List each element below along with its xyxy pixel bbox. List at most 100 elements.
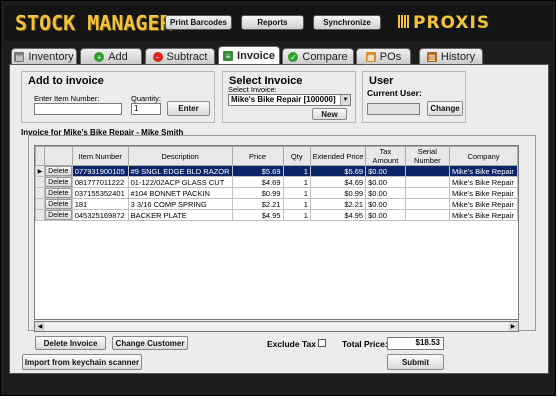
- plus-icon: +: [94, 52, 105, 62]
- column-header-price[interactable]: Price: [231, 146, 284, 166]
- invoice-grid[interactable]: Item Number Description Price Qty Extend…: [34, 145, 519, 320]
- column-header[interactable]: [43, 146, 73, 166]
- cell-price[interactable]: $0.99: [231, 187, 284, 199]
- delete-row-button[interactable]: Delete: [45, 166, 72, 176]
- table-row[interactable]: ▶ Delete 077931900105 #9 SNGL EDGE BLD R…: [35, 165, 518, 177]
- cell-qty[interactable]: 1: [282, 198, 311, 210]
- chevron-down-icon[interactable]: ▼: [340, 95, 350, 105]
- change-user-button[interactable]: Change: [427, 101, 463, 116]
- scroll-left-icon[interactable]: ◀: [35, 322, 45, 331]
- tab-compare[interactable]: ✓ Compare: [282, 48, 354, 65]
- cell-description[interactable]: 01-122/02ACP GLASS CUT: [127, 176, 233, 188]
- cell-extended-price[interactable]: $5.69: [309, 165, 367, 177]
- item-number-label: Enter Item Number:: [34, 94, 100, 103]
- cell-company[interactable]: Mike's Bike Repair: [448, 176, 518, 188]
- new-invoice-button[interactable]: New: [312, 108, 347, 120]
- column-header-company[interactable]: Company: [448, 146, 518, 166]
- enter-button[interactable]: Enter: [167, 101, 210, 116]
- delete-row-button[interactable]: Delete: [45, 199, 72, 209]
- print-barcodes-button[interactable]: Print Barcodes: [165, 15, 232, 30]
- cell-item-number[interactable]: 181: [71, 198, 129, 210]
- column-header-item-number[interactable]: Item Number: [71, 146, 129, 166]
- table-row[interactable]: Delete 081777011222 01-122/02ACP GLASS C…: [35, 176, 518, 188]
- select-invoice-label: Select Invoice:: [228, 85, 277, 94]
- column-header-serial-number[interactable]: Serial Number: [404, 146, 450, 166]
- tab-invoice[interactable]: ≡ Invoice: [218, 46, 280, 65]
- cell-extended-price[interactable]: $0.99: [309, 187, 367, 199]
- cell-price[interactable]: $4.69: [231, 176, 284, 188]
- cell-price[interactable]: $2.21: [231, 198, 284, 210]
- current-row-marker-icon: ▶: [35, 165, 45, 177]
- cell-extended-price[interactable]: $4.69: [309, 176, 367, 188]
- submit-button[interactable]: Submit: [387, 354, 444, 370]
- tab-add[interactable]: + Add: [80, 48, 142, 65]
- cell-qty[interactable]: 1: [282, 209, 311, 221]
- cell-qty[interactable]: 1: [282, 165, 311, 177]
- cell-serial-number[interactable]: [404, 176, 450, 188]
- table-row[interactable]: Delete 037155352401 #104 BONNET PACKIN $…: [35, 187, 518, 199]
- exclude-tax-checkbox[interactable]: [318, 339, 326, 347]
- cell-tax-amount[interactable]: $0.00: [365, 209, 406, 221]
- column-header-description[interactable]: Description: [127, 146, 233, 166]
- import-keychain-scanner-button[interactable]: Import from keychain scanner: [22, 354, 142, 370]
- invoice-icon: ≡: [223, 51, 234, 61]
- tab-inventory[interactable]: ▤ Inventory: [11, 48, 77, 65]
- tab-label: Add: [108, 51, 128, 63]
- tab-history[interactable]: ▥ History: [419, 48, 483, 65]
- cell-qty[interactable]: 1: [282, 176, 311, 188]
- tab-pos[interactable]: ▦ POs: [356, 48, 411, 65]
- cell-description[interactable]: 3 3/16 COMP SPRING: [127, 198, 233, 210]
- cell-serial-number[interactable]: [404, 198, 450, 210]
- column-header-extended-price[interactable]: Extended Price: [309, 146, 367, 166]
- cell-company[interactable]: Mike's Bike Repair: [448, 187, 518, 199]
- cell-serial-number[interactable]: [404, 209, 450, 221]
- delete-invoice-button[interactable]: Delete Invoice: [35, 336, 106, 350]
- cell-serial-number[interactable]: [404, 187, 450, 199]
- cell-item-number[interactable]: 077931900105: [71, 165, 129, 177]
- quantity-input[interactable]: 1: [131, 103, 161, 115]
- cell-item-number[interactable]: 045325169872: [71, 209, 129, 221]
- current-user-field: [367, 103, 420, 115]
- tab-bar: ▤ Inventory + Add − Subtract ≡ Invoice ✓…: [9, 46, 549, 65]
- cell-qty[interactable]: 1: [282, 187, 311, 199]
- cell-company[interactable]: Mike's Bike Repair: [448, 165, 518, 177]
- reports-button[interactable]: Reports: [241, 15, 304, 30]
- delete-row-button[interactable]: Delete: [45, 188, 72, 198]
- delete-cell: Delete: [43, 198, 73, 210]
- cell-description[interactable]: BACKER PLATE: [127, 209, 233, 221]
- table-row[interactable]: Delete 181 3 3/16 COMP SPRING $2.21 1 $2…: [35, 198, 518, 210]
- synchronize-button[interactable]: Synchronize: [313, 15, 381, 30]
- cell-description[interactable]: #104 BONNET PACKIN: [127, 187, 233, 199]
- cell-company[interactable]: Mike's Bike Repair: [448, 209, 518, 221]
- cell-serial-number[interactable]: [404, 165, 450, 177]
- change-customer-button[interactable]: Change Customer: [112, 336, 188, 350]
- table-row[interactable]: Delete 045325169872 BACKER PLATE $4.95 1…: [35, 209, 518, 221]
- delete-row-button[interactable]: Delete: [45, 210, 72, 220]
- total-price-label: Total Price:: [342, 339, 388, 349]
- column-header-tax-amount[interactable]: Tax Amount: [365, 146, 406, 166]
- delete-cell: Delete: [43, 209, 73, 221]
- cell-tax-amount[interactable]: $0.00: [365, 187, 406, 199]
- delete-cell: Delete: [43, 176, 73, 188]
- app-window: STOCK MANAGER Print Barcodes Reports Syn…: [0, 0, 556, 396]
- cell-company[interactable]: Mike's Bike Repair: [448, 198, 518, 210]
- invoice-select[interactable]: Mike's Bike Repair [100000] ▼: [228, 94, 351, 106]
- cell-tax-amount[interactable]: $0.00: [365, 198, 406, 210]
- cell-description[interactable]: #9 SNGL EDGE BLD RAZOR: [127, 165, 233, 177]
- cell-price[interactable]: $5.69: [231, 165, 284, 177]
- column-header-qty[interactable]: Qty: [282, 146, 311, 166]
- horizontal-scrollbar[interactable]: ◀ ▶: [34, 321, 519, 332]
- cell-item-number[interactable]: 081777011222: [71, 176, 129, 188]
- cell-tax-amount[interactable]: $0.00: [365, 176, 406, 188]
- cell-price[interactable]: $4.95: [231, 209, 284, 221]
- check-icon: ✓: [288, 52, 299, 62]
- delete-row-button[interactable]: Delete: [45, 177, 72, 187]
- item-number-input[interactable]: [34, 103, 122, 115]
- tab-subtract[interactable]: − Subtract: [145, 48, 215, 65]
- cell-tax-amount[interactable]: $0.00: [365, 165, 406, 177]
- cell-extended-price[interactable]: $2.21: [309, 198, 367, 210]
- cell-item-number[interactable]: 037155352401: [71, 187, 129, 199]
- quantity-label: Quantity:: [131, 94, 162, 103]
- scroll-right-icon[interactable]: ▶: [508, 322, 518, 331]
- cell-extended-price[interactable]: $4.95: [309, 209, 367, 221]
